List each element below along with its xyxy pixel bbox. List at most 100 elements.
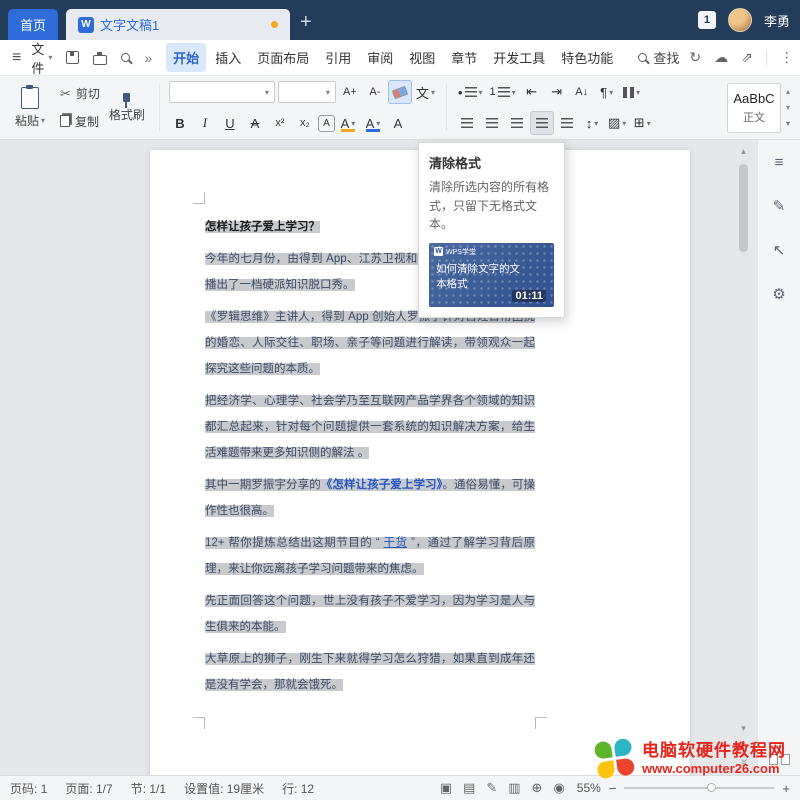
tutorial-video-thumbnail[interactable]: W WPS学堂 如何清除文字的文本格式 01:11 [429, 243, 554, 307]
paragraph-5[interactable]: 12+ 帮你提炼总结出这期节目的 “ 干货 ”，通过了解学习背后原理，来让你远离… [205, 530, 535, 582]
tab-home[interactable]: 首页 [8, 9, 58, 40]
menu-tab-6[interactable]: 章节 [444, 43, 484, 72]
view-mode-icon-5[interactable]: ◉ [553, 780, 564, 796]
view-mode-icon-3[interactable]: ▥ [508, 780, 520, 796]
distribute-button[interactable] [556, 112, 578, 134]
print-preview-icon[interactable] [121, 53, 130, 62]
font-color-button[interactable]: A ▾ [362, 112, 384, 134]
search-control[interactable]: 查找 [638, 48, 679, 67]
strikethrough-button[interactable]: A [244, 112, 266, 134]
status-field-0[interactable]: 页码: 1 [10, 780, 47, 797]
scrollbar-track[interactable] [737, 158, 750, 721]
margin-mark-icon [535, 717, 547, 729]
justify-button[interactable] [531, 112, 553, 134]
status-field-3[interactable]: 设置值: 19厘米 [184, 780, 264, 797]
status-field-1[interactable]: 页面: 1/7 [65, 780, 112, 797]
menu-tab-2[interactable]: 页面布局 [250, 43, 316, 72]
zoom-slider[interactable] [624, 787, 774, 789]
highlight-color-button[interactable]: A ▾ [337, 112, 359, 134]
pen-annotate-icon[interactable]: ✎ [773, 197, 786, 215]
menu-tab-7[interactable]: 开发工具 [486, 43, 552, 72]
paragraph-4[interactable]: 其中一期罗振宇分享的《怎样让孩子爱上学习》。通俗易懂，可操作性也很高。 [205, 472, 535, 524]
clear-format-button[interactable] [389, 81, 411, 103]
align-center-button[interactable] [481, 112, 503, 134]
columns-button[interactable]: ▾ [621, 81, 643, 103]
underline-button[interactable]: U [219, 112, 241, 134]
navigation-pane-icon[interactable]: ≡ [775, 154, 784, 171]
save-icon[interactable] [66, 51, 79, 64]
zoom-slider-thumb[interactable] [707, 783, 716, 792]
borders-button[interactable]: ⊞ ▾ [631, 112, 653, 134]
menu-tab-4[interactable]: 审阅 [360, 43, 400, 72]
bold-button[interactable]: B [169, 112, 191, 134]
styles-expand-icon[interactable]: ▾ [786, 119, 790, 128]
zoom-level[interactable]: 55% [577, 781, 601, 795]
paragraph-group: • ▾ 1 ▾ ⇤ ⇥ A↓ ¶ ▾ [456, 80, 653, 135]
toolbar-overflow-icon[interactable]: » [144, 50, 152, 66]
character-border-button[interactable]: A [387, 112, 409, 134]
menu-tab-1[interactable]: 插入 [208, 43, 248, 72]
scroll-down-icon[interactable]: ▾ [741, 721, 746, 735]
menu-tab-3[interactable]: 引用 [318, 43, 358, 72]
more-options-icon[interactable]: ⋮ [780, 49, 794, 66]
menu-tab-5[interactable]: 视图 [402, 43, 442, 72]
styles-scroll-up-icon[interactable]: ▴ [786, 87, 790, 96]
scroll-up-icon[interactable]: ▴ [741, 144, 746, 158]
settings-gear-icon[interactable]: ⚙ [772, 285, 785, 303]
increase-indent-button[interactable]: ⇥ [546, 81, 568, 103]
new-tab-button[interactable]: + [290, 12, 322, 40]
shading-button[interactable]: ▨ ▾ [606, 112, 628, 134]
view-mode-icon-4[interactable]: ⊕ [532, 780, 543, 796]
username[interactable]: 李勇 [764, 11, 790, 30]
style-normal[interactable]: AaBbC 正文 [727, 83, 781, 133]
view-mode-icon-1[interactable]: ▤ [463, 780, 475, 796]
format-painter-button[interactable]: 格式刷 [104, 80, 150, 135]
paragraph-6[interactable]: 先正面回答这个问题，世上没有孩子不爱学习，因为学习是人与生俱来的本能。 [205, 588, 535, 640]
copy-button[interactable]: 复制 [56, 111, 104, 132]
message-count-badge[interactable]: 1 [698, 11, 716, 29]
file-menu[interactable]: 文件 ▾ [31, 39, 52, 77]
paragraph-3[interactable]: 把经济学、心理学、社会学乃至互联网产品学界各个领域的知识都汇总起来，针对每个问题… [205, 388, 535, 466]
paste-button[interactable]: 粘贴 ▾ [8, 80, 52, 135]
menu-tab-8[interactable]: 特色功能 [554, 43, 620, 72]
subscript-button[interactable]: x₂ [294, 112, 316, 134]
style-preview: AaBbC [733, 91, 774, 106]
paragraph-7[interactable]: 大草原上的狮子，刚生下来就得学习怎么狩猎，如果直到成年还是没有学会，那就会饿死。 [205, 646, 535, 698]
view-mode-icon-2[interactable]: ✎ [486, 780, 497, 796]
decrease-font-button[interactable]: A- [364, 81, 386, 103]
styles-scroll-down-icon[interactable]: ▾ [786, 103, 790, 112]
bullet-list-button[interactable]: • ▾ [456, 81, 485, 103]
zoom-in-button[interactable]: + [782, 781, 790, 796]
align-right-button[interactable] [506, 112, 528, 134]
hamburger-menu-icon[interactable]: ≡ [12, 49, 21, 67]
cloud-icon[interactable]: ☁ [714, 49, 728, 66]
status-field-2[interactable]: 节: 1/1 [131, 780, 166, 797]
decrease-indent-button[interactable]: ⇤ [521, 81, 543, 103]
character-shading-button[interactable]: A [319, 116, 334, 131]
print-icon[interactable] [93, 55, 107, 65]
increase-font-button[interactable]: A+ [339, 81, 361, 103]
align-left-button[interactable] [456, 112, 478, 134]
status-field-4[interactable]: 行: 12 [282, 780, 314, 797]
superscript-button[interactable]: x² [269, 112, 291, 134]
font-size-select[interactable]: ▾ [278, 81, 336, 103]
menubar: ≡ 文件 ▾ » 开始插入页面布局引用审阅视图章节开发工具特色功能 查找 ↻ ☁… [0, 40, 800, 76]
font-family-select[interactable]: ▾ [169, 81, 275, 103]
share-icon[interactable]: ⇗ [741, 49, 753, 66]
menu-tab-0[interactable]: 开始 [166, 43, 206, 72]
avatar[interactable] [728, 8, 752, 32]
scrollbar-thumb[interactable] [739, 164, 748, 252]
sort-button[interactable]: A↓ [571, 81, 593, 103]
align-left-icon [461, 118, 473, 128]
sync-icon[interactable]: ↻ [689, 49, 701, 66]
cut-button[interactable]: ✂ 剪切 [56, 83, 104, 104]
italic-button[interactable]: I [194, 112, 216, 134]
numbered-list-button[interactable]: 1 ▾ [488, 81, 518, 103]
paragraph-marks-button[interactable]: ¶ ▾ [596, 81, 618, 103]
text-tool-button[interactable]: 文 ▾ [414, 81, 437, 103]
line-spacing-button[interactable]: ↕ ▾ [581, 112, 603, 134]
tab-document[interactable]: W 文字文稿1 [66, 9, 290, 40]
zoom-out-button[interactable]: − [609, 781, 617, 796]
view-mode-icon-0[interactable]: ▣ [440, 780, 452, 796]
select-cursor-icon[interactable]: ↖ [773, 241, 786, 259]
